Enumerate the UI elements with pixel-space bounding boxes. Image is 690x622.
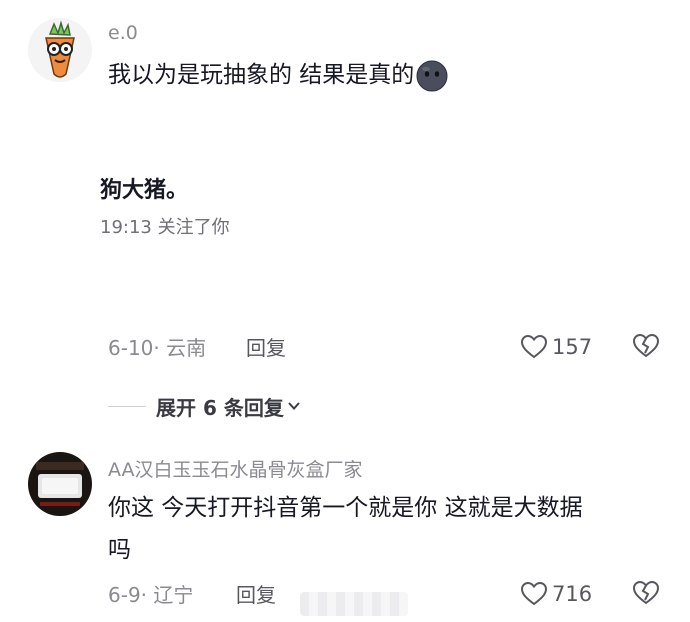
comment-username[interactable]: e.0: [108, 22, 138, 44]
avatar-carrot[interactable]: [28, 18, 92, 82]
like-count: 716: [552, 582, 593, 606]
comment-thread: e.0 我以为是玩抽象的 结果是真的 狗大猪。 19:13 关注了你 6-10·…: [0, 0, 690, 622]
dislike-broken-heart-icon[interactable]: [632, 579, 660, 607]
expand-replies-row: 展开 6 条回复: [108, 392, 302, 420]
comment-meta-row: 6-10· 云南 回复 157: [108, 332, 668, 362]
comment-text-line2: 吗: [108, 537, 131, 563]
comment-text-content: 我以为是玩抽象的 结果是真的: [108, 62, 415, 88]
carrot-avatar-icon: [28, 18, 92, 82]
heart-icon: [520, 334, 548, 359]
avatar-shop[interactable]: [28, 452, 92, 516]
like-button[interactable]: 716: [520, 579, 592, 609]
image-caption-text: 狗大猪。: [100, 178, 189, 203]
dark-face-emoji-icon: [416, 60, 448, 91]
shop-avatar-icon: [28, 452, 92, 516]
chevron-down-icon: [288, 402, 300, 410]
expand-replies-button[interactable]: 展开 6 条回复: [156, 392, 302, 421]
comment-date-location: 6-10· 云南: [108, 336, 207, 360]
comment-username[interactable]: AA汉白玉玉石水晶骨灰盒厂家: [108, 455, 363, 482]
expand-replies-label: 展开 6 条回复: [156, 395, 284, 420]
reply-button[interactable]: 回复: [236, 579, 276, 608]
comment-date-location: 6-9· 辽宁: [108, 583, 194, 607]
image-meta-text: 19:13 关注了你: [100, 217, 230, 238]
comment-text: 我以为是玩抽象的 结果是真的: [108, 58, 448, 92]
like-button[interactable]: 157: [520, 332, 592, 362]
divider-line: [108, 405, 146, 407]
like-count: 157: [552, 335, 593, 359]
blurred-overlay: [300, 592, 408, 616]
reply-button[interactable]: 回复: [246, 332, 286, 361]
comment-text-line1: 你这 今天打开抖音第一个就是你 这就是大数据: [108, 495, 583, 521]
heart-icon: [520, 581, 548, 606]
dislike-broken-heart-icon[interactable]: [632, 332, 660, 360]
